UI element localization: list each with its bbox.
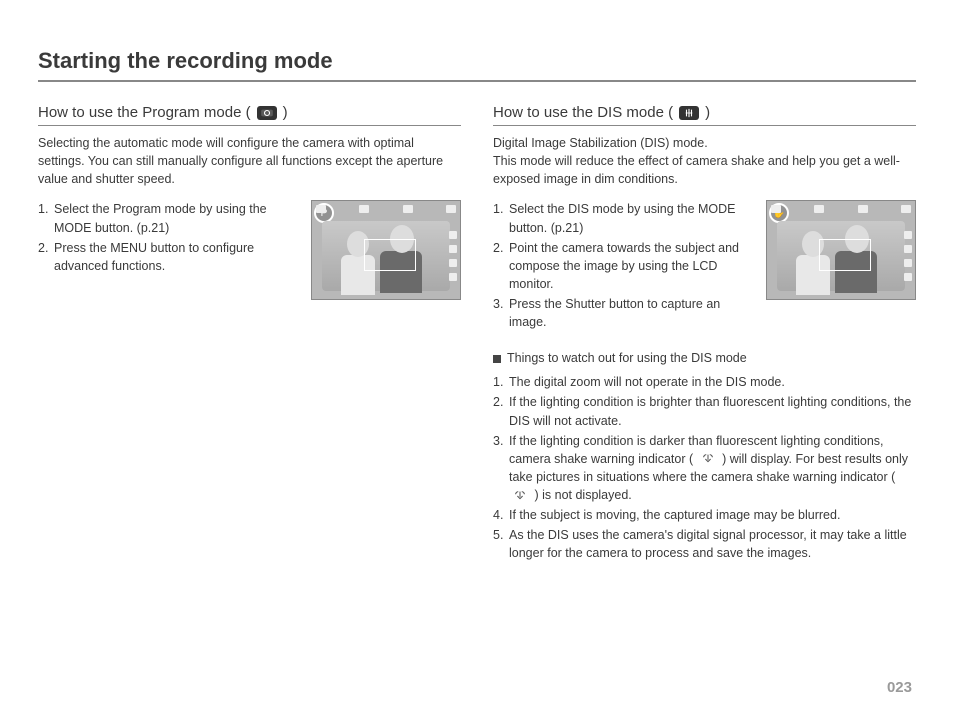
heading-text-pre: How to use the DIS mode (	[493, 104, 673, 121]
dis-mode-icon	[679, 106, 699, 120]
step-text: The digital zoom will not operate in the…	[509, 373, 785, 391]
step-number: 1.	[493, 373, 509, 391]
heading-text-pre: How to use the Program mode (	[38, 104, 251, 121]
watch-heading-text: Things to watch out for using the DIS mo…	[507, 351, 747, 365]
list-item: 3. Press the Shutter button to capture a…	[493, 295, 756, 331]
watch-list: 1. The digital zoom will not operate in …	[493, 373, 916, 562]
step-text: Press the MENU button to configure advan…	[54, 239, 301, 275]
step-number: 2.	[38, 239, 54, 275]
content-columns: How to use the Program mode ( ) Selectin…	[38, 104, 916, 565]
step-text: Point the camera towards the subject and…	[509, 239, 756, 293]
step-text: Select the Program mode by using the MOD…	[54, 200, 301, 236]
watch-subheading: Things to watch out for using the DIS mo…	[493, 351, 916, 365]
list-item: 1. Select the DIS mode by using the MODE…	[493, 200, 756, 236]
page-title: Starting the recording mode	[38, 48, 916, 82]
step-number: 1.	[38, 200, 54, 236]
step-number: 3.	[493, 295, 509, 331]
shake-warning-icon	[699, 452, 717, 466]
program-intro: Selecting the automatic mode will config…	[38, 134, 461, 188]
step-number: 4.	[493, 506, 509, 524]
left-column: How to use the Program mode ( ) Selectin…	[38, 104, 461, 565]
program-mode-icon	[257, 106, 277, 120]
program-steps-row: 1. Select the Program mode by using the …	[38, 200, 461, 300]
dis-steps: 1. Select the DIS mode by using the MODE…	[493, 200, 756, 333]
program-mode-heading: How to use the Program mode ( )	[38, 104, 461, 126]
dis-intro: Digital Image Stabilization (DIS) mode. …	[493, 134, 916, 188]
step-text: If the subject is moving, the captured i…	[509, 506, 840, 524]
dis-preview-thumbnail: ✋	[766, 200, 916, 300]
step-text: Select the DIS mode by using the MODE bu…	[509, 200, 756, 236]
step-number: 2.	[493, 239, 509, 293]
page-number: 023	[887, 679, 912, 696]
shake-warning-icon	[511, 489, 529, 503]
step-number: 3.	[493, 432, 509, 505]
list-item: 2. If the lighting condition is brighter…	[493, 393, 916, 429]
program-steps: 1. Select the Program mode by using the …	[38, 200, 301, 277]
step-text: If the lighting condition is brighter th…	[509, 393, 916, 429]
heading-text-post: )	[283, 104, 288, 121]
list-item: 2. Press the MENU button to configure ad…	[38, 239, 301, 275]
step-number: 5.	[493, 526, 509, 562]
list-item: 1. The digital zoom will not operate in …	[493, 373, 916, 391]
step-text: If the lighting condition is darker than…	[509, 432, 916, 505]
step-number: 2.	[493, 393, 509, 429]
bullet-square-icon	[493, 355, 501, 363]
dis-steps-row: 1. Select the DIS mode by using the MODE…	[493, 200, 916, 333]
step-text: Press the Shutter button to capture an i…	[509, 295, 756, 331]
program-preview-thumbnail: P	[311, 200, 461, 300]
right-column: How to use the DIS mode ( ) Digital Imag…	[493, 104, 916, 565]
list-item: 1. Select the Program mode by using the …	[38, 200, 301, 236]
step-text: As the DIS uses the camera's digital sig…	[509, 526, 916, 562]
list-item: 4. If the subject is moving, the capture…	[493, 506, 916, 524]
list-item: 5. As the DIS uses the camera's digital …	[493, 526, 916, 562]
step-number: 1.	[493, 200, 509, 236]
list-item: 2. Point the camera towards the subject …	[493, 239, 756, 293]
list-item: 3. If the lighting condition is darker t…	[493, 432, 916, 505]
dis-mode-heading: How to use the DIS mode ( )	[493, 104, 916, 126]
heading-text-post: )	[705, 104, 710, 121]
